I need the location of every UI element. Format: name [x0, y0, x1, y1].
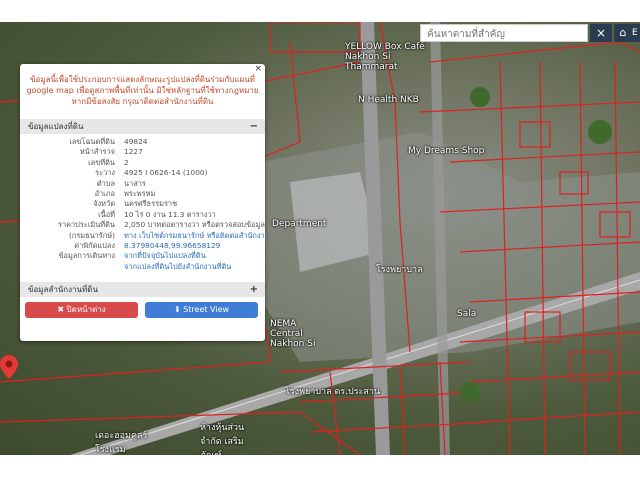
- coordinates-link[interactable]: 8.37980448,99.96658129: [124, 241, 220, 251]
- detail-row: เลขที่ดิน 2: [88, 157, 129, 167]
- map-label[interactable]: โรงพยาบาล ดร.ประสาน: [285, 384, 380, 398]
- section-title: ข้อมูลแปลงที่ดิน: [28, 122, 84, 131]
- detail-row: เลขโฉนดที่ดิน 49824: [69, 137, 148, 146]
- section-header-parcel[interactable]: ข้อมูลแปลงที่ดิน −: [20, 119, 265, 134]
- detail-row: ตำบล นาสาร: [96, 178, 146, 188]
- detail-row: อำเภอ พระพรหม: [94, 188, 156, 198]
- section-header-office[interactable]: ข้อมูลสำนักงานที่ดิน +: [20, 282, 265, 297]
- map-label[interactable]: โรงพยาบาล: [376, 262, 423, 276]
- detail-row: ค่าพิกัดแปลง 8.37980448,99.96658129: [74, 240, 221, 251]
- detail-row: (กรมธนารักษ์) ทาง เว็บไซต์กรมธนารักษ์ หรื…: [20, 231, 265, 241]
- search-input[interactable]: ค้นหาตามที่สำคัญ: [420, 24, 588, 42]
- parcel-info-popup: × ข้อมูลนี้เพื่อใช้ประกอบการแสดงลักษณะรู…: [20, 64, 265, 341]
- map-label[interactable]: ห้างหุ้นส่วนจำกัด เสริมภัณฑ์: [200, 420, 260, 455]
- close-icon[interactable]: ×: [254, 64, 262, 74]
- detail-row: หน้าสำรวจ 1227: [79, 147, 143, 157]
- home-icon[interactable]: ⌂: [614, 24, 632, 42]
- location-pin-icon[interactable]: [0, 355, 18, 379]
- edge-button[interactable]: E: [632, 24, 640, 42]
- detail-row: เนื้อที่ 10 ไร่ 0 งาน 11.3 ตารางวา: [98, 209, 216, 219]
- map-label[interactable]: Sala: [457, 309, 476, 319]
- clear-search-button[interactable]: ×: [590, 24, 612, 42]
- disclaimer-text: ข้อมูลนี้เพื่อใช้ประกอบการแสดงลักษณะรูปแ…: [26, 75, 259, 106]
- detail-row: จังหวัด นครศรีธรรมราช: [93, 199, 178, 209]
- map-label[interactable]: My Dreams Shop: [408, 146, 484, 156]
- detail-row: ข้อมูลการเดินทาง จากที่ปัจจุบันไปแปลงที่ด…: [58, 251, 206, 261]
- detail-row: จากแปลงที่ดินไปยังสำนักงานที่ดิน: [20, 262, 265, 272]
- collapse-icon[interactable]: −: [250, 119, 258, 134]
- parcel-details: เลขโฉนดที่ดิน 49824 หน้าสำรวจ 1227 เลขที่ด…: [20, 137, 265, 272]
- bottom-band: [0, 455, 640, 480]
- top-band: [0, 0, 640, 22]
- map-label[interactable]: Department: [272, 219, 326, 229]
- detail-row: ราคาประเมินที่ดิน 2,050 บาทต่อตารางวา หรื…: [57, 220, 265, 230]
- treasury-link[interactable]: ทาง เว็บไซต์กรมธนารักษ์ หรือติดต่อสำนักง…: [124, 231, 265, 241]
- street-view-button[interactable]: ⬇ Street View: [145, 302, 258, 318]
- map-label[interactable]: YELLOW Box Café Nakhon Si Thammarat: [345, 42, 433, 72]
- detail-row: ระวาง 4925 I 0626-14 (1000): [95, 168, 208, 178]
- section-title: ข้อมูลสำนักงานที่ดิน: [28, 285, 98, 294]
- directions-to-office-link[interactable]: จากแปลงที่ดินไปยังสำนักงานที่ดิน: [124, 262, 231, 272]
- map-label[interactable]: NEMA Central Nakhon Si: [270, 319, 330, 349]
- expand-icon[interactable]: +: [250, 282, 258, 297]
- close-window-button[interactable]: ✖ ปิดหน้าต่าง: [25, 302, 138, 318]
- map-label[interactable]: N Health NKB: [358, 95, 419, 105]
- directions-to-parcel-link[interactable]: จากที่ปัจจุบันไปแปลงที่ดิน: [124, 251, 206, 261]
- map-label[interactable]: เดอะฮอมคูลร์ โรงแรม: [95, 428, 155, 455]
